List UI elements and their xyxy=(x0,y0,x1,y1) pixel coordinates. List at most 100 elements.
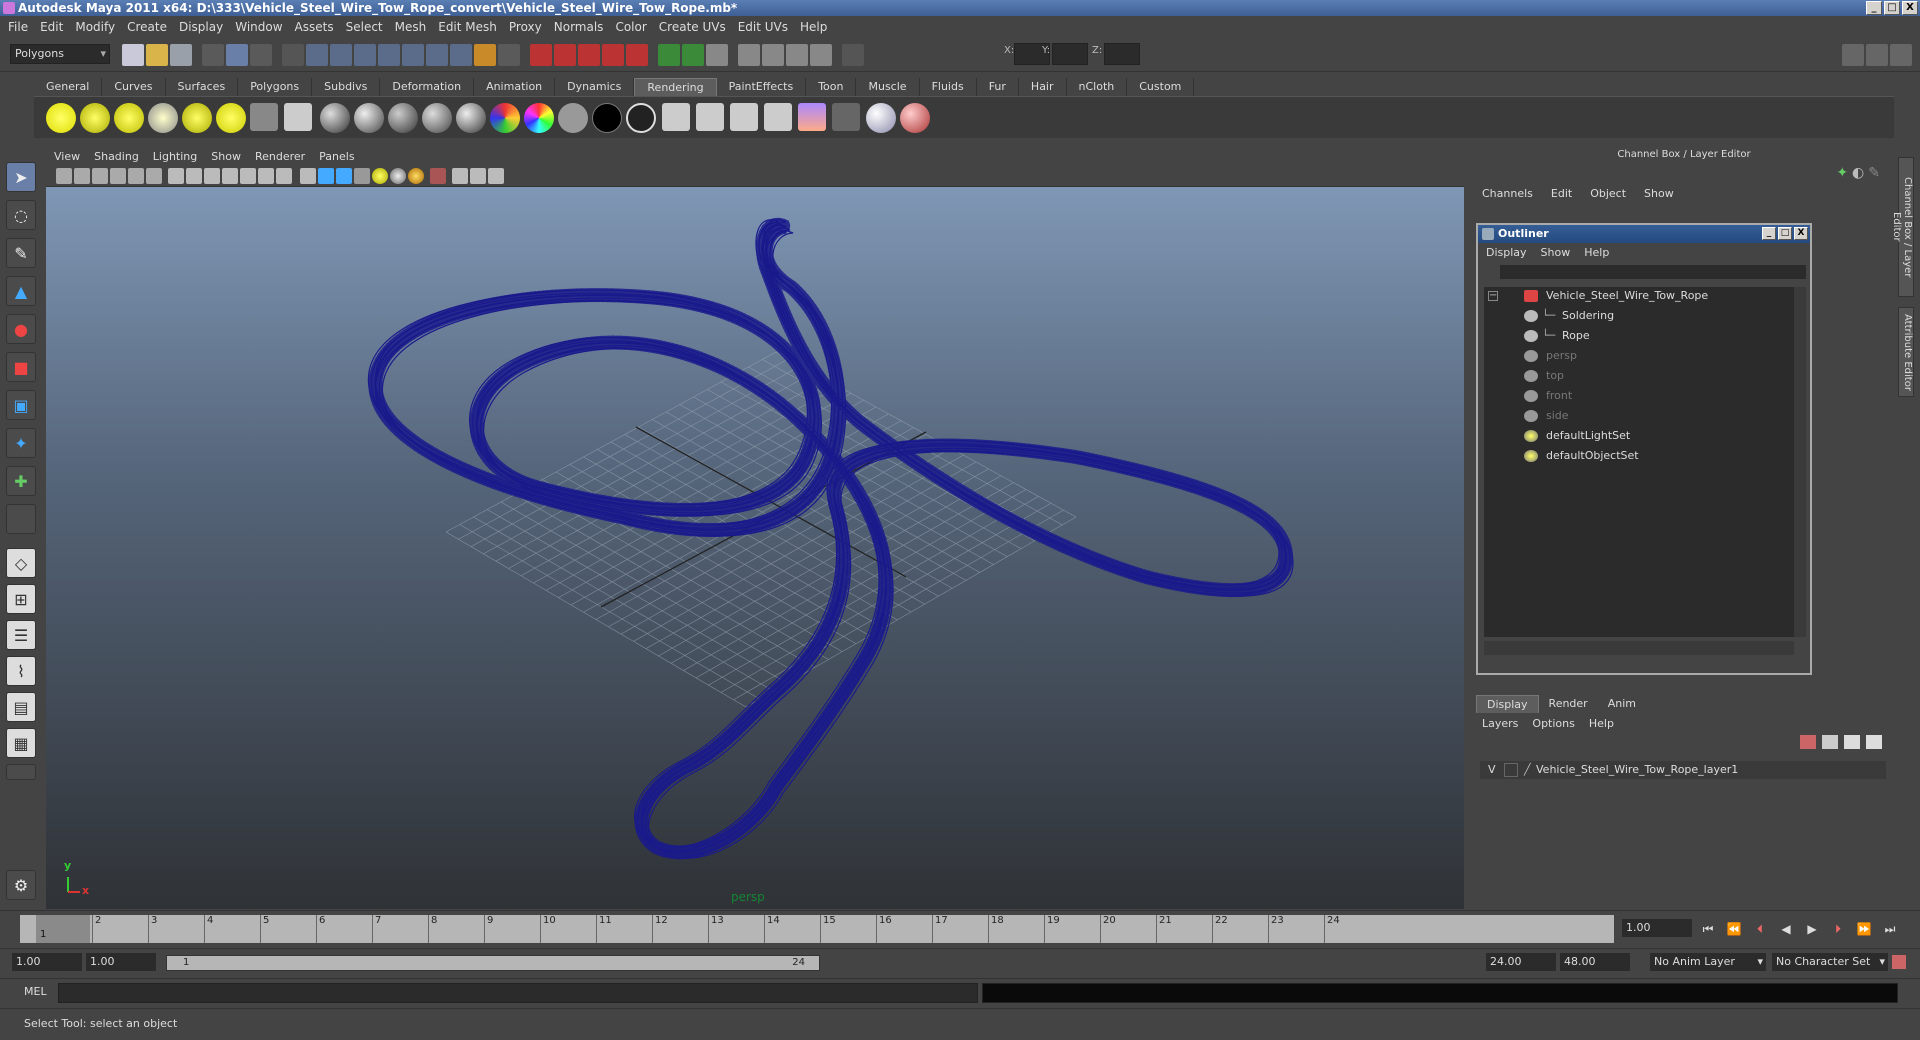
camera-attr-icon[interactable] xyxy=(762,44,784,66)
open-scene-icon[interactable] xyxy=(146,44,168,66)
lasso-tool[interactable]: ◌ xyxy=(6,200,36,230)
grid-toggle-icon[interactable] xyxy=(168,168,184,184)
grease-pencil-icon[interactable] xyxy=(146,168,162,184)
render-pass-icon[interactable] xyxy=(696,103,724,131)
move-up-layer-icon[interactable] xyxy=(1844,735,1860,749)
outliner-minimize-button[interactable]: _ xyxy=(1762,227,1776,240)
move-tool[interactable]: ▲ xyxy=(6,276,36,306)
step-back-button[interactable]: ⏪ xyxy=(1726,921,1742,937)
command-input[interactable] xyxy=(58,983,978,1003)
color-ramp-icon[interactable] xyxy=(524,103,554,133)
2d-pan-zoom-icon[interactable] xyxy=(128,168,144,184)
surface-shader-icon[interactable] xyxy=(558,103,588,133)
shelf-tab-ncloth[interactable]: nCloth xyxy=(1067,78,1128,96)
viewport-menu-renderer[interactable]: Renderer xyxy=(255,150,305,163)
outliner-filter-field[interactable] xyxy=(1500,265,1806,279)
channel-box-reset-icon[interactable]: ◐ xyxy=(1852,165,1864,181)
film-gate-icon[interactable] xyxy=(186,168,202,184)
play-forwards-button[interactable]: ▶ xyxy=(1804,921,1820,937)
camera-view-icon[interactable] xyxy=(738,44,760,66)
lock-icon[interactable] xyxy=(474,44,496,66)
select-hierarchy-icon[interactable] xyxy=(202,44,224,66)
outliner-item-default-light-set[interactable]: defaultLightSet xyxy=(1524,427,1784,445)
snap-point-icon[interactable] xyxy=(330,44,352,66)
render-sphere-icon[interactable] xyxy=(866,103,896,133)
batch-render-icon[interactable] xyxy=(730,103,758,131)
outliner-maximize-button[interactable]: □ xyxy=(1778,227,1792,240)
menu-proxy[interactable]: Proxy xyxy=(509,20,542,34)
select-camera-icon[interactable] xyxy=(56,168,72,184)
render-current-icon[interactable] xyxy=(530,44,552,66)
field-chart-icon[interactable] xyxy=(240,168,256,184)
texture-editor-icon[interactable] xyxy=(798,103,826,131)
layout-menu-button[interactable] xyxy=(6,764,36,780)
snap-grid-icon[interactable] xyxy=(282,44,304,66)
viewport-menu-panels[interactable]: Panels xyxy=(319,150,354,163)
outliner-menu-help[interactable]: Help xyxy=(1584,246,1609,259)
channel-box-edit-icon[interactable]: ✎ xyxy=(1868,165,1880,181)
play-backwards-button[interactable]: ◀ xyxy=(1778,921,1794,937)
step-back-key-button[interactable]: ⏴ xyxy=(1752,921,1768,937)
object-menu[interactable]: Object xyxy=(1590,187,1626,200)
go-to-start-button[interactable]: ⏮ xyxy=(1700,921,1716,937)
show-manipulator-tool[interactable]: ✚ xyxy=(6,466,36,496)
hypershade-icon[interactable] xyxy=(626,44,648,66)
xray-active-icon[interactable] xyxy=(488,168,504,184)
safe-action-icon[interactable] xyxy=(258,168,274,184)
shelf-tab-surfaces[interactable]: Surfaces xyxy=(166,78,239,96)
camera-gate-icon[interactable] xyxy=(810,44,832,66)
viewport-menu-show[interactable]: Show xyxy=(211,150,241,163)
smooth-shade-icon[interactable] xyxy=(318,168,334,184)
new-layer-selected-icon[interactable] xyxy=(1822,735,1838,749)
ipr-render-icon[interactable] xyxy=(554,44,576,66)
bookmark-icon[interactable] xyxy=(92,168,108,184)
shelf-tab-rendering[interactable]: Rendering xyxy=(634,78,717,96)
scale-tool[interactable]: ■ xyxy=(6,352,36,382)
select-object-icon[interactable] xyxy=(226,44,248,66)
shader-glow-icon[interactable] xyxy=(626,103,656,133)
tool-settings-toggle-icon[interactable] xyxy=(1890,44,1912,66)
outliner-menu-show[interactable]: Show xyxy=(1541,246,1571,259)
persp-graph-layout-button[interactable]: ⌇ xyxy=(6,656,36,686)
textured-icon[interactable] xyxy=(354,168,370,184)
gate-mask-icon[interactable] xyxy=(222,168,238,184)
shelf-tab-muscle[interactable]: Muscle xyxy=(856,78,920,96)
layer-tab-render[interactable]: Render xyxy=(1539,695,1598,713)
z-field[interactable] xyxy=(1104,43,1140,65)
rename-icon[interactable] xyxy=(682,44,704,66)
outliner-title-bar[interactable]: Outliner _ □ X xyxy=(1478,225,1810,243)
render-diagnostics-icon[interactable] xyxy=(764,103,792,131)
outliner-item-side[interactable]: side xyxy=(1524,407,1784,425)
quick-layout-button[interactable]: ⚙ xyxy=(6,870,36,900)
range-slider-bar[interactable]: 1 24 xyxy=(166,955,820,971)
menu-display[interactable]: Display xyxy=(179,20,223,34)
current-time-marker[interactable]: 1 xyxy=(36,915,90,943)
step-forward-button[interactable]: ⏩ xyxy=(1856,921,1872,937)
shelf-tab-hair[interactable]: Hair xyxy=(1019,78,1067,96)
ambient-light-icon[interactable] xyxy=(46,103,76,133)
history-icon[interactable] xyxy=(426,44,448,66)
ramp-shader-icon[interactable] xyxy=(490,103,520,133)
options-menu[interactable]: Options xyxy=(1532,717,1574,730)
four-view-layout-button[interactable]: ⊞ xyxy=(6,584,36,614)
current-frame-field[interactable]: 1.00 xyxy=(1622,919,1692,937)
select-component-icon[interactable] xyxy=(250,44,272,66)
shelf-tab-subdivs[interactable]: Subdivs xyxy=(312,78,381,96)
layer-tab-display[interactable]: Display xyxy=(1476,695,1539,713)
area-light-icon[interactable] xyxy=(182,103,212,133)
layer-color-icon[interactable]: ╱ xyxy=(1524,763,1531,776)
phong-material-icon[interactable] xyxy=(422,103,452,133)
shelf-tab-deformation[interactable]: Deformation xyxy=(380,78,475,96)
shelf-tab-dynamics[interactable]: Dynamics xyxy=(555,78,635,96)
menu-color[interactable]: Color xyxy=(615,20,646,34)
show-menu[interactable]: Show xyxy=(1644,187,1674,200)
snap-curve-icon[interactable] xyxy=(306,44,328,66)
snap-view-icon[interactable] xyxy=(402,44,424,66)
viewport-menu-shading[interactable]: Shading xyxy=(94,150,139,163)
start-time-field[interactable]: 1.00 xyxy=(12,953,82,971)
select-highlight-icon[interactable] xyxy=(498,44,520,66)
menu-set-dropdown[interactable]: Polygons ▾ xyxy=(10,44,110,64)
expand-collapse-icon[interactable]: − xyxy=(1488,291,1498,301)
outliner-horizontal-scrollbar[interactable] xyxy=(1484,641,1794,655)
menu-edit-mesh[interactable]: Edit Mesh xyxy=(438,20,497,34)
